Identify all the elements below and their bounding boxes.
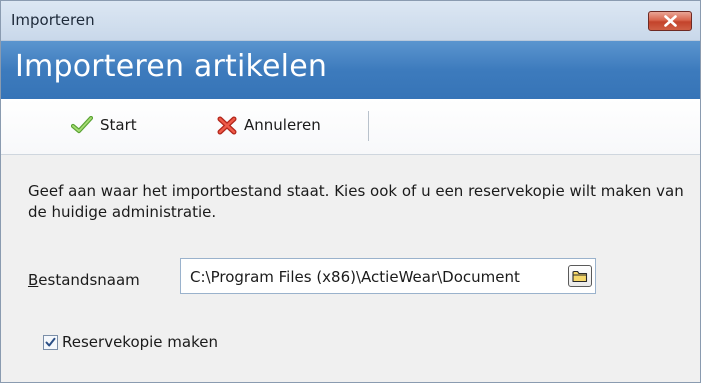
- cancel-button[interactable]: Annuleren: [217, 113, 321, 137]
- checkmark-icon: [45, 337, 56, 346]
- red-x-icon: [217, 116, 237, 134]
- import-dialog-window: Importeren Importeren artikelen Start An…: [0, 0, 701, 383]
- window-title: Importeren: [11, 11, 95, 29]
- file-path-field[interactable]: [180, 258, 596, 294]
- close-button[interactable]: [648, 11, 692, 31]
- start-button[interactable]: Start: [71, 113, 137, 137]
- folder-icon: [572, 270, 588, 283]
- toolbar-separator: [368, 111, 369, 141]
- file-name-label-rest: estandsnaam: [38, 271, 140, 289]
- toolbar: Start Annuleren: [1, 99, 700, 155]
- backup-checkbox-row[interactable]: Reservekopie maken: [43, 333, 218, 351]
- browse-folder-button[interactable]: [568, 265, 592, 287]
- file-name-label-accesskey: B: [28, 271, 39, 289]
- dialog-content: Geef aan waar het importbestand staat. K…: [1, 155, 700, 382]
- file-path-input[interactable]: [190, 266, 560, 288]
- dialog-heading: Importeren artikelen: [15, 49, 328, 84]
- backup-checkbox-label: Reservekopie maken: [62, 333, 218, 351]
- instructions-text: Geef aan waar het importbestand staat. K…: [28, 182, 684, 221]
- cancel-button-label: Annuleren: [244, 116, 321, 134]
- backup-checkbox[interactable]: [43, 334, 58, 350]
- checkmark-icon: [71, 116, 93, 134]
- close-x-icon: [664, 15, 677, 27]
- title-bar[interactable]: Importeren: [1, 1, 700, 41]
- file-name-label: Bestandsnaam: [28, 271, 140, 289]
- dialog-header: Importeren artikelen: [1, 41, 700, 99]
- start-button-label: Start: [100, 116, 137, 134]
